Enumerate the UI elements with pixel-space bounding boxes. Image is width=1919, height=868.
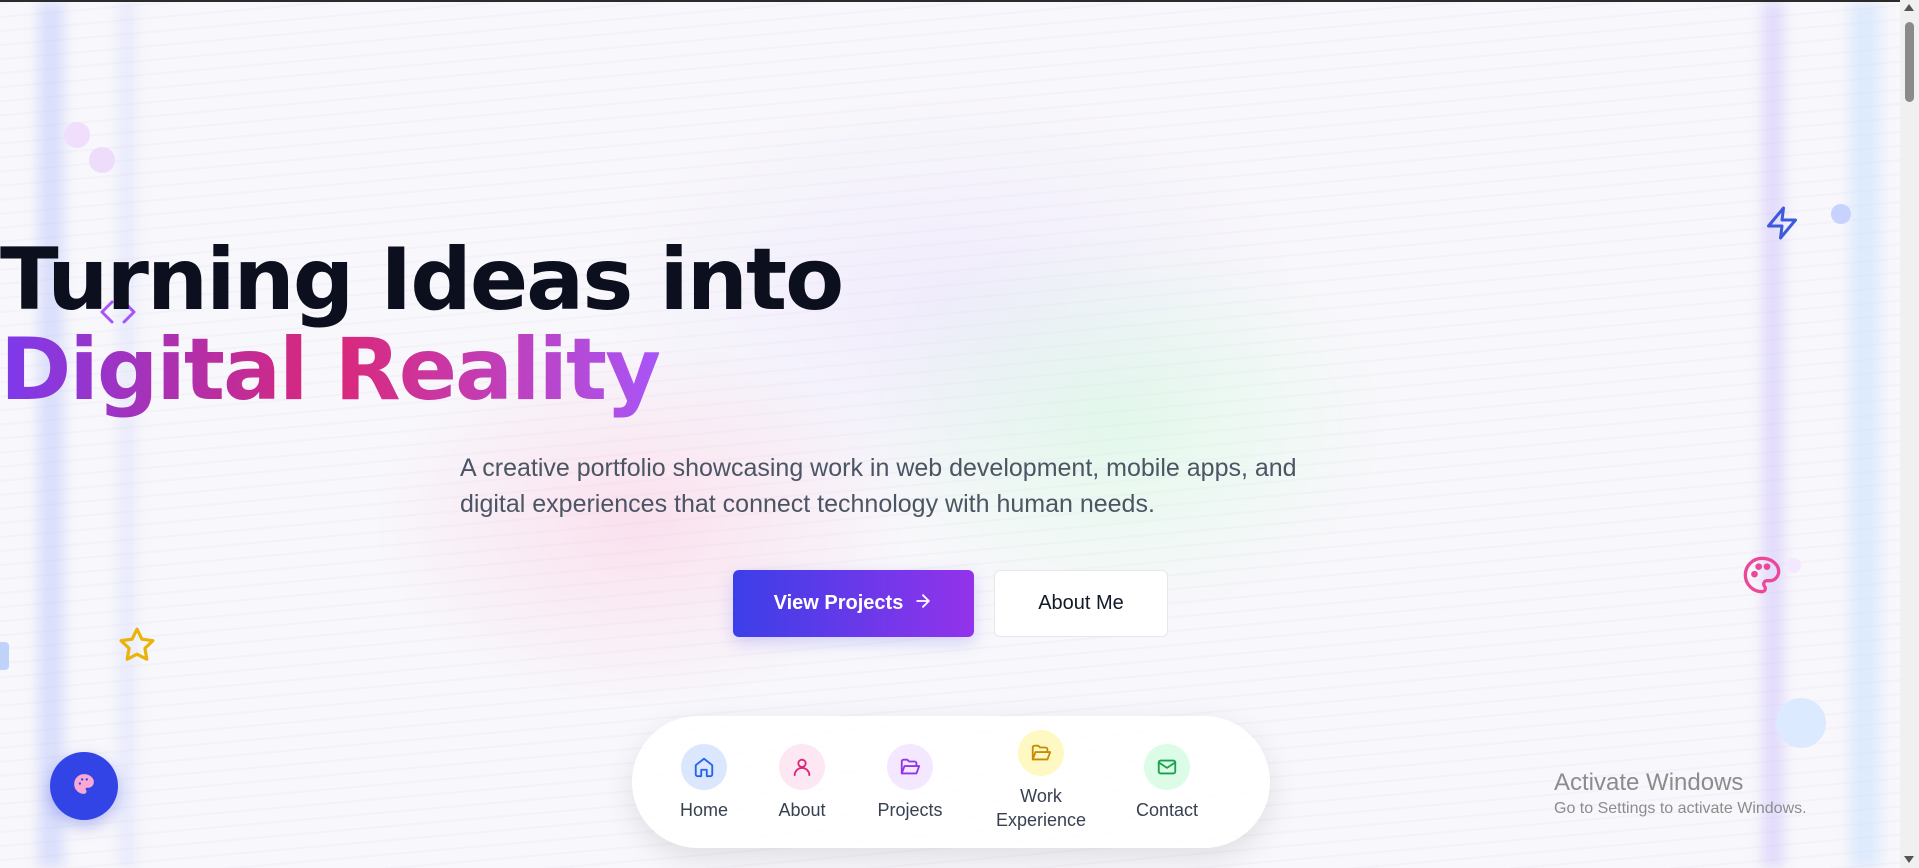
hero-title: Turning Ideas into [0,230,844,330]
arrow-right-icon [913,591,933,617]
decor-dot [64,122,90,148]
nav-item-projects[interactable]: Projects [868,744,952,822]
nav-item-about[interactable]: About [769,744,835,822]
theme-palette-button[interactable] [50,752,118,820]
about-me-button[interactable]: About Me [994,570,1168,637]
about-me-label: About Me [1038,592,1124,614]
star-icon [118,626,156,669]
palette-icon [1742,555,1782,600]
scrollbar-thumb[interactable] [1905,22,1914,102]
decor-light-beam [38,2,64,868]
hero-subtitle-line: digital experiences that connect technol… [460,490,1155,518]
palette-icon [73,773,95,800]
decor-dot [1831,204,1851,224]
home-icon [681,744,727,790]
folder-open-icon [887,744,933,790]
decor-light-beam [118,2,136,868]
scroll-up-arrow-icon[interactable] [1904,4,1914,11]
nav-item-label: Work [1020,786,1062,806]
hero-title-highlight: Digital Reality [0,320,661,420]
mail-icon [1144,744,1190,790]
view-projects-label: View Projects [773,592,904,614]
nav-item-label: Projects [877,800,943,820]
nav-item-label: About [778,800,826,820]
nav-item-label: Contact [1135,800,1199,820]
decor-dot [89,147,115,173]
nav-item-label: Home [679,800,728,820]
decor-dot [1776,698,1826,748]
nav-item-work-experience[interactable]: Work Experience [986,730,1096,832]
user-icon [779,744,825,790]
hero-subtitle: A creative portfolio showcasing work in … [460,450,1440,522]
scroll-down-arrow-icon[interactable] [1904,856,1914,863]
nav-item-home[interactable]: Home [672,744,736,822]
side-tab[interactable] [0,642,9,670]
bottom-nav-dock: Home About Projects Work Experience Cont… [632,716,1270,848]
nav-item-contact[interactable]: Contact [1128,744,1206,822]
watermark-title: Activate Windows [1554,769,1744,796]
windows-activation-watermark: Activate Windows Go to Settings to activ… [1554,768,1807,820]
folder-open-icon [1018,730,1064,776]
watermark-subtitle: Go to Settings to activate Windows. [1554,800,1807,817]
view-projects-button[interactable]: View Projects [733,570,974,637]
hero-title-gradient: Digital Reality [0,320,1900,420]
decor-light-beam [1850,2,1880,868]
nav-item-label: Experience [995,810,1087,830]
hero-subtitle-line: A creative portfolio showcasing work in … [460,454,1297,482]
page-viewport: Turning Ideas into Digital Reality A cre… [0,0,1900,868]
vertical-scrollbar[interactable] [1900,0,1919,868]
decor-dot [1786,558,1801,573]
